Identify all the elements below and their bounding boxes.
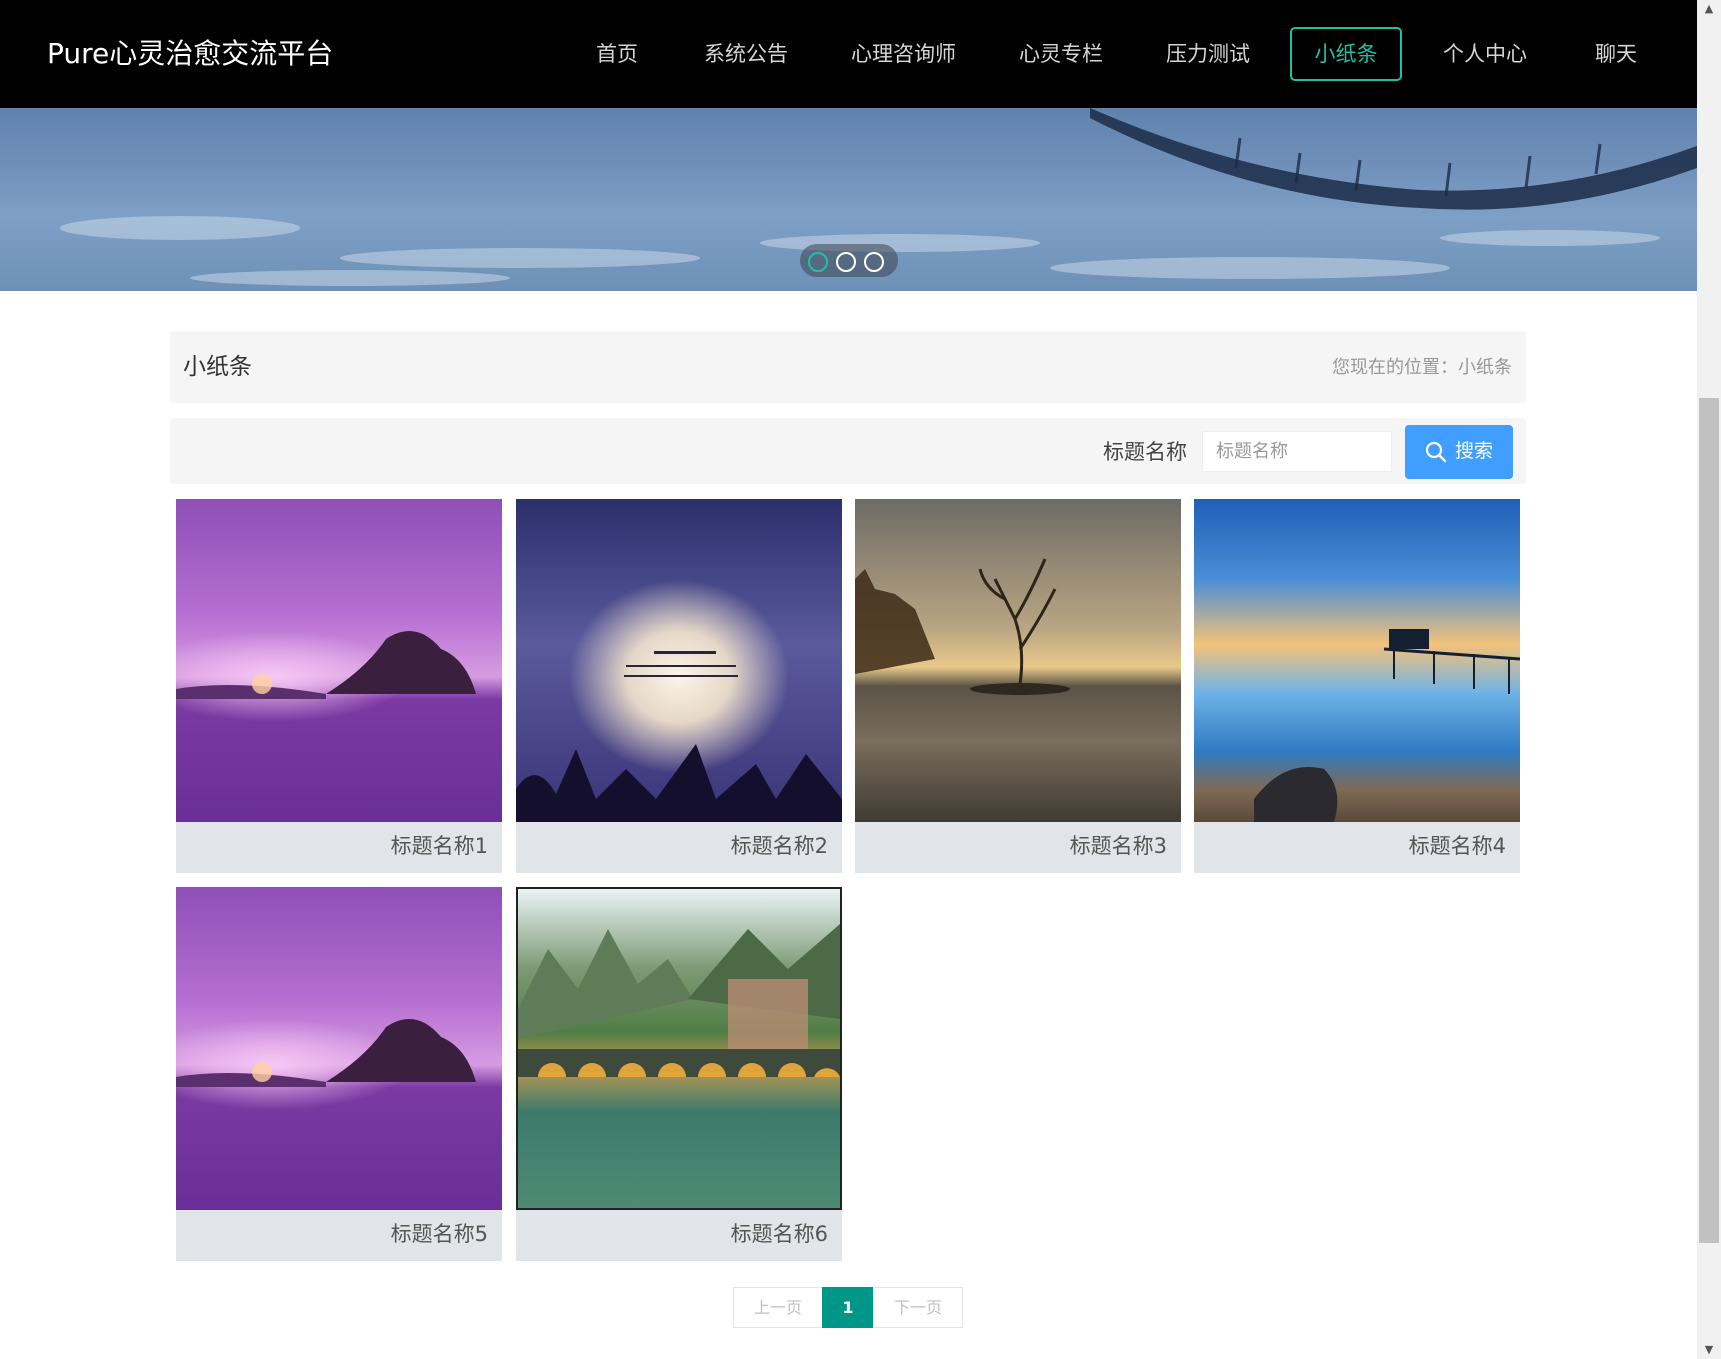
carousel-dot-2[interactable] [836,252,856,272]
note-card-5[interactable]: 标题名称5 [176,887,502,1261]
prev-page-button[interactable]: 上一页 [733,1287,823,1328]
search-input[interactable] [1202,431,1392,472]
note-card-2[interactable]: 标题名称2 [516,499,842,873]
card-image-stone-bridge [516,887,842,1210]
page-title: 小纸条 [183,354,252,380]
card-caption: 标题名称5 [390,1222,488,1246]
next-page-button[interactable]: 下一页 [873,1287,963,1328]
card-image-cloud-poem [516,499,842,822]
note-card-1[interactable]: 标题名称1 [176,499,502,873]
card-image-lone-tree [855,499,1181,822]
nav-counselors[interactable]: 心理咨询师 [851,27,956,81]
scroll-up-icon[interactable]: ▲ [1697,0,1721,18]
note-card-4[interactable]: 标题名称4 [1194,499,1520,873]
card-image-purple-sunset [176,887,502,1210]
title-bar [170,331,1526,403]
top-navbar: Pure心灵治愈交流平台 首页 系统公告 心理咨询师 心灵专栏 压力测试 小纸条… [0,0,1697,108]
page-1-button[interactable]: 1 [822,1287,874,1328]
carousel-dot-3[interactable] [864,252,884,272]
search-button[interactable]: 搜索 [1405,425,1513,479]
card-image-purple-sunset [176,499,502,822]
search-label: 标题名称 [1103,440,1187,464]
scrollbar-thumb[interactable] [1699,398,1719,1243]
nav-notes[interactable]: 小纸条 [1290,27,1402,81]
card-caption: 标题名称4 [1408,834,1506,858]
page: Pure心灵治愈交流平台 首页 系统公告 心理咨询师 心灵专栏 压力测试 小纸条… [0,0,1721,1359]
search-button-label: 搜索 [1455,441,1494,462]
scroll-down-icon[interactable]: ▼ [1697,1341,1721,1359]
card-caption: 标题名称3 [1069,834,1167,858]
card-caption: 标题名称1 [390,834,488,858]
site-logo[interactable]: Pure心灵治愈交流平台 [47,34,333,74]
note-card-6[interactable]: 标题名称6 [516,887,842,1261]
nav-home[interactable]: 首页 [596,27,638,81]
breadcrumb: 您现在的位置：小纸条 [1332,357,1512,378]
card-caption: 标题名称6 [730,1222,828,1246]
card-caption: 标题名称2 [730,834,828,858]
nav-profile[interactable]: 个人中心 [1443,27,1527,81]
nav-column[interactable]: 心灵专栏 [1019,27,1103,81]
nav-announcements[interactable]: 系统公告 [704,27,788,81]
search-icon [1425,441,1447,463]
nav-chat[interactable]: 聊天 [1595,27,1637,81]
note-card-3[interactable]: 标题名称3 [855,499,1181,873]
card-image-pier-sunset [1194,499,1520,822]
carousel-dot-1[interactable] [808,252,828,272]
nav-stress-test[interactable]: 压力测试 [1166,27,1250,81]
